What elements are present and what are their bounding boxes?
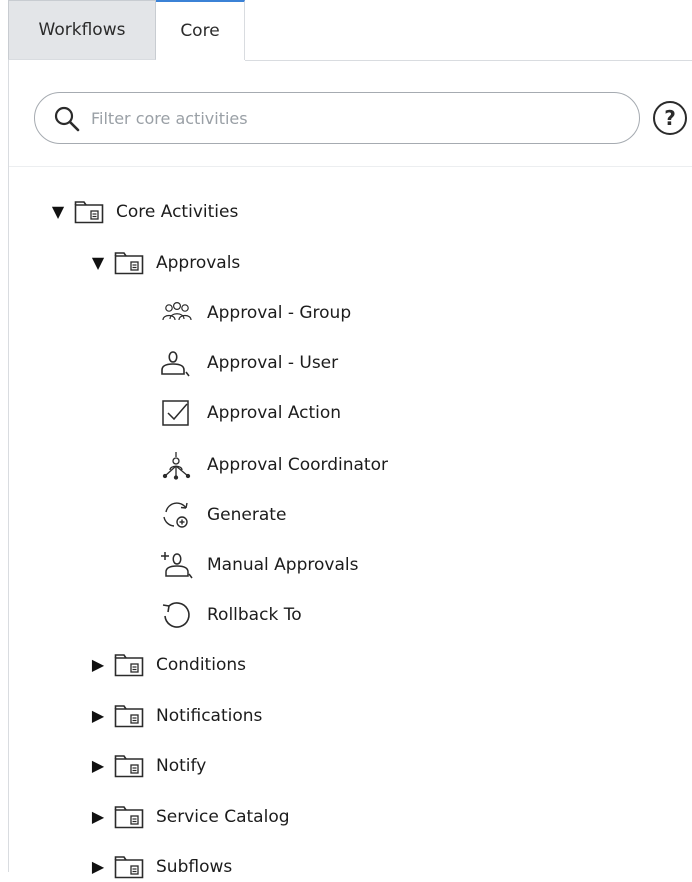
tree-folder-approvals[interactable]: ▼ Approvals	[88, 248, 240, 278]
tree-label: Approval - Group	[207, 303, 352, 323]
tree-label: Core Activities	[116, 202, 239, 222]
tree-item-approval-user[interactable]: Approval - User	[160, 348, 338, 378]
tree-label: Manual Approvals	[207, 555, 359, 575]
tree-folder-notify[interactable]: ▶ Notify	[88, 751, 206, 781]
caret-right-icon[interactable]: ▶	[88, 859, 108, 875]
help-icon[interactable]: ?	[652, 100, 688, 136]
caret-right-icon[interactable]: ▶	[88, 657, 108, 673]
caret-down-icon[interactable]: ▼	[48, 204, 68, 220]
tree-item-generate[interactable]: Generate	[160, 500, 286, 530]
group-icon	[160, 298, 194, 328]
coordinator-icon	[160, 450, 194, 480]
folder-icon	[114, 805, 144, 829]
tab-bar: Workflows Core	[0, 0, 692, 61]
svg-text:?: ?	[664, 106, 676, 130]
filter-input[interactable]	[91, 101, 621, 135]
tree-label: Notifications	[156, 706, 263, 726]
search-icon	[53, 105, 81, 133]
tree-folder-conditions[interactable]: ▶ Conditions	[88, 650, 246, 680]
tree-item-approval-group[interactable]: Approval - Group	[160, 298, 351, 328]
tree-folder-subflows[interactable]: ▶ Subflows	[88, 852, 232, 882]
tree-item-rollback-to[interactable]: Rollback To	[160, 600, 302, 630]
caret-right-icon[interactable]: ▶	[88, 809, 108, 825]
tab-bar-fill	[245, 0, 692, 61]
folder-icon	[114, 653, 144, 677]
generate-icon	[160, 500, 194, 530]
rollback-icon	[160, 600, 194, 630]
folder-icon	[114, 251, 144, 275]
caret-right-icon[interactable]: ▶	[88, 758, 108, 774]
tree-label: Subflows	[156, 857, 233, 877]
filter-field[interactable]	[34, 92, 640, 144]
tree-label: Approval Coordinator	[207, 455, 388, 475]
tree-folder-notifications[interactable]: ▶ Notifications	[88, 701, 262, 731]
folder-icon	[114, 704, 144, 728]
tree-label: Notify	[156, 756, 207, 776]
folder-icon	[114, 855, 144, 879]
tree-label: Approval - User	[207, 353, 339, 373]
tree-item-approval-action[interactable]: Approval Action	[160, 398, 341, 428]
tree-label: Approval Action	[207, 403, 342, 423]
tab-core[interactable]: Core	[156, 0, 245, 60]
tree-folder-service-catalog[interactable]: ▶ Service Catalog	[88, 802, 290, 832]
folder-icon	[74, 200, 104, 224]
divider	[9, 166, 692, 167]
panel-left-border	[8, 60, 9, 872]
add-user-icon	[160, 550, 194, 580]
caret-right-icon[interactable]: ▶	[88, 708, 108, 724]
tree-label: Generate	[207, 505, 287, 525]
tree-label: Conditions	[156, 655, 246, 675]
tab-workflows[interactable]: Workflows	[8, 0, 156, 60]
checkbox-icon	[160, 398, 194, 428]
tree-label: Approvals	[156, 253, 241, 273]
tree-item-approval-coordinator[interactable]: Approval Coordinator	[160, 450, 388, 480]
caret-down-icon[interactable]: ▼	[88, 255, 108, 271]
tree-label: Rollback To	[207, 605, 302, 625]
tree-item-manual-approvals[interactable]: Manual Approvals	[160, 550, 358, 580]
tree-label: Service Catalog	[156, 807, 290, 827]
user-icon	[160, 348, 194, 378]
folder-icon	[114, 754, 144, 778]
tree-folder-core-activities[interactable]: ▼ Core Activities	[48, 197, 238, 227]
